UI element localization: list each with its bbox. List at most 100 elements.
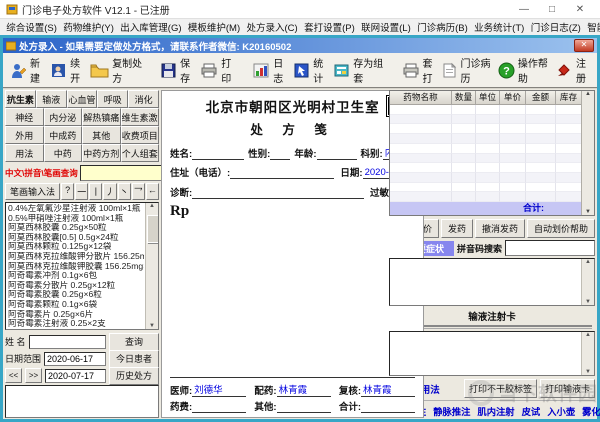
overlay-print-button[interactable]: 套打 bbox=[399, 53, 440, 87]
stroke-key-wildcard[interactable]: ? bbox=[61, 183, 74, 200]
help-button[interactable]: ? 操作帮助 bbox=[495, 53, 552, 87]
tab-charge-items[interactable]: 收费项目 bbox=[121, 126, 160, 144]
tab-chinese-patent[interactable]: 中成药 bbox=[44, 126, 83, 144]
copy-prescription-button[interactable]: 复制处方 bbox=[87, 53, 146, 87]
prev-page-button[interactable]: << bbox=[5, 368, 22, 383]
table-row[interactable] bbox=[390, 192, 582, 202]
stroke-key-backspace[interactable]: ← bbox=[146, 183, 159, 200]
table-row[interactable] bbox=[390, 173, 582, 183]
child-close-button[interactable]: ✕ bbox=[574, 39, 594, 52]
menu-item-prescription-entry[interactable]: 处方录入(C) bbox=[243, 20, 301, 34]
tab-vitamin-hormone[interactable]: 维生素激素 bbox=[121, 108, 160, 126]
dispense-button[interactable]: 发药 bbox=[441, 219, 473, 238]
col-stock[interactable]: 库存 bbox=[556, 91, 582, 105]
tab-usage[interactable]: 用法 bbox=[5, 144, 44, 162]
print-sticker-button[interactable]: 打印不干胶标签 bbox=[464, 379, 537, 398]
menu-item-network[interactable]: 联网设置(L) bbox=[358, 20, 414, 34]
continue-button[interactable]: 续开 bbox=[47, 53, 87, 87]
print-button[interactable]: 打印 bbox=[197, 53, 238, 87]
scroll-thumb[interactable] bbox=[147, 215, 159, 243]
col-unit-price[interactable]: 单价 bbox=[500, 91, 526, 105]
tab-antipyretic[interactable]: 解热镇痛 bbox=[82, 108, 121, 126]
drug-list-item[interactable]: 阿奇霉素注射液 0.25×2支 bbox=[8, 319, 144, 329]
tab-topical[interactable]: 外用 bbox=[5, 126, 44, 144]
col-amount[interactable]: 金额 bbox=[526, 91, 556, 105]
drug-list-item[interactable]: 阿莫西林克拉维酸钾胶囊 156.25mg×18粒 bbox=[8, 262, 144, 272]
table-row[interactable] bbox=[390, 163, 582, 173]
tab-neurology[interactable]: 神经 bbox=[5, 108, 44, 126]
medical-record-button[interactable]: 门诊病历 bbox=[439, 53, 494, 87]
col-drug-name[interactable]: 药物名称 bbox=[390, 91, 452, 105]
tab-digestive[interactable]: 消化 bbox=[128, 90, 159, 108]
table-scrollbar[interactable]: ▲ ▼ bbox=[581, 91, 594, 215]
stroke-key-left-falling[interactable]: 丿 bbox=[103, 183, 116, 200]
col-unit[interactable]: 单位 bbox=[476, 91, 500, 105]
diagnosis-field[interactable] bbox=[192, 188, 364, 199]
scroll-up-icon[interactable]: ▲ bbox=[585, 332, 591, 338]
gender-field[interactable] bbox=[270, 149, 290, 160]
menu-item-statistics[interactable]: 业务统计(T) bbox=[471, 20, 528, 34]
stroke-key-vertical[interactable]: 丨 bbox=[89, 183, 102, 200]
scroll-up-icon[interactable]: ▲ bbox=[585, 259, 591, 265]
patient-name-input[interactable] bbox=[29, 335, 106, 349]
undo-dispense-button[interactable]: 撤消发药 bbox=[475, 219, 525, 238]
menu-item-settings[interactable]: 综合设置(S) bbox=[3, 20, 60, 34]
minimize-button[interactable]: — bbox=[510, 1, 538, 18]
drug-list-item[interactable]: 阿莫西林克拉维酸钾分散片 156.25mg×18片 bbox=[8, 252, 144, 262]
date-from-input[interactable] bbox=[44, 352, 106, 366]
address-field[interactable] bbox=[230, 168, 334, 179]
tab-infusion[interactable]: 输液 bbox=[36, 90, 67, 108]
auto-price-help-button[interactable]: 自动划价帮助 bbox=[527, 219, 595, 238]
drug-list-item[interactable]: 0.5%甲硝唑注射液 100ml×1瓶 bbox=[8, 214, 144, 224]
symptom-textarea[interactable]: ▲ ▼ bbox=[389, 258, 595, 306]
tab-herb-formula[interactable]: 中药方剂 bbox=[82, 144, 121, 162]
drug-list-item[interactable]: 阿奇霉素胶囊 0.25g×6粒 bbox=[8, 290, 144, 300]
table-row[interactable] bbox=[390, 134, 582, 144]
drug-list-item[interactable]: 阿莫西林胶囊[0.5] 0.5g×24粒 bbox=[8, 233, 144, 243]
drug-list-item[interactable]: 阿莫西林颗粒 0.125g×12袋 bbox=[8, 242, 144, 252]
menu-item-template[interactable]: 模板维护(M) bbox=[185, 20, 244, 34]
tab-respiratory[interactable]: 呼吸 bbox=[97, 90, 128, 108]
menu-item-inventory[interactable]: 出入库管理(G) bbox=[117, 20, 185, 34]
scroll-up-icon[interactable]: ▲ bbox=[149, 203, 155, 209]
patient-result-list[interactable] bbox=[5, 385, 159, 418]
table-row[interactable] bbox=[390, 115, 582, 125]
col-quantity[interactable]: 数量 bbox=[452, 91, 476, 105]
new-button[interactable]: 新建 bbox=[7, 53, 47, 87]
drug-list-item[interactable]: 0.4%左氧氟沙星注射液 100ml×1瓶 bbox=[8, 204, 144, 214]
drug-list-item[interactable]: 阿奇霉素分散片 0.25g×12粒 bbox=[8, 281, 144, 291]
date-to-input[interactable] bbox=[45, 369, 106, 383]
history-prescriptions-button[interactable]: 历史处方 bbox=[109, 367, 159, 385]
menu-item-print-setup[interactable]: 套打设置(P) bbox=[301, 20, 358, 34]
tab-personal-group[interactable]: 个人组套 bbox=[121, 144, 160, 162]
stroke-key-horizontal[interactable]: 一 bbox=[75, 183, 88, 200]
menu-item-log[interactable]: 门诊日志(Z) bbox=[528, 20, 585, 34]
symptom-scrollbar[interactable]: ▲ ▼ bbox=[581, 259, 594, 305]
table-row[interactable] bbox=[390, 154, 582, 164]
link-iv-push[interactable]: 静脉推注 bbox=[433, 404, 470, 418]
print-infusion-card-button[interactable]: 打印输液卡 bbox=[540, 379, 595, 398]
table-row[interactable] bbox=[390, 105, 582, 115]
tab-chinese-herb[interactable]: 中药 bbox=[44, 144, 83, 162]
table-row[interactable] bbox=[390, 144, 582, 154]
drug-list-item[interactable]: 阿莫西林胶囊 0.25g×50粒 bbox=[8, 223, 144, 233]
scroll-down-icon[interactable]: ▼ bbox=[585, 369, 591, 375]
tab-endocrine[interactable]: 内分泌 bbox=[44, 108, 83, 126]
maximize-button[interactable]: □ bbox=[538, 1, 566, 18]
drug-list-item[interactable]: 阿奇霉素冲剂 0.1g×6包 bbox=[8, 271, 144, 281]
drug-list-scrollbar[interactable]: ▲ ▼ bbox=[145, 203, 158, 329]
drug-list-item[interactable]: 阿奇霉素片 0.25g×6片 bbox=[8, 310, 144, 320]
tab-other[interactable]: 其他 bbox=[82, 126, 121, 144]
scroll-down-icon[interactable]: ▼ bbox=[585, 209, 591, 215]
tab-antibiotics[interactable]: 抗生素 bbox=[5, 90, 36, 108]
age-field[interactable] bbox=[317, 149, 357, 160]
tab-cardiovascular[interactable]: 心血管 bbox=[67, 90, 98, 108]
next-page-button[interactable]: >> bbox=[25, 368, 42, 383]
link-skin-test[interactable]: 皮试 bbox=[522, 404, 541, 418]
prescription-body[interactable] bbox=[170, 220, 415, 377]
save-group-button[interactable]: 存为组套 bbox=[330, 53, 387, 87]
injection-card-textarea[interactable]: ▲ ▼ bbox=[389, 331, 595, 376]
menu-item-medical-record[interactable]: 门诊病历(B) bbox=[414, 20, 471, 34]
table-row[interactable] bbox=[390, 124, 582, 134]
stroke-key-dot[interactable]: 丶 bbox=[118, 183, 131, 200]
